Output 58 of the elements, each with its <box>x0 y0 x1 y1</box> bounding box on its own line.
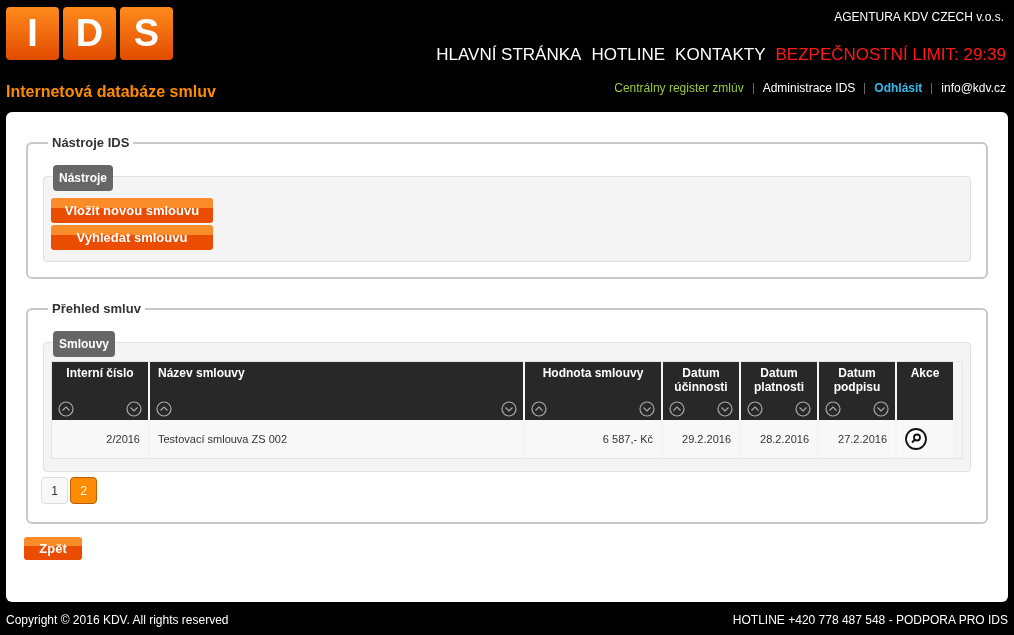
column-header[interactable]: Datum platnosti <box>741 362 817 420</box>
sort-down-icon[interactable] <box>126 401 142 417</box>
sort-controls[interactable] <box>747 401 811 417</box>
search-icon[interactable] <box>905 428 927 450</box>
copyright-text: Copyright © 2016 KDV. All rights reserved <box>6 612 229 629</box>
nav-link[interactable]: KONTAKTY <box>675 42 766 68</box>
logo-tile: I <box>6 7 59 60</box>
sort-up-icon[interactable] <box>825 401 841 417</box>
logo-tile: D <box>63 7 116 60</box>
header-link[interactable]: Administrace IDS <box>762 79 856 97</box>
action-button[interactable]: Vyhledat smlouvu <box>51 225 213 250</box>
company-name: AGENTURA KDV CZECH v.o.s. <box>834 9 1004 26</box>
column-title: Hodnota smlouvy <box>541 366 645 380</box>
sort-controls[interactable] <box>58 401 142 417</box>
column-header[interactable]: Akce <box>897 362 953 420</box>
column-header[interactable]: Datum účinnosti <box>663 362 739 420</box>
column-header[interactable]: Interní číslo <box>52 362 148 420</box>
sort-down-icon[interactable] <box>501 401 517 417</box>
page-button[interactable]: 1 <box>41 477 68 504</box>
column-title: Datum platnosti <box>753 366 805 394</box>
sort-controls[interactable] <box>156 401 517 417</box>
column-header[interactable]: Hodnota smlouvy <box>525 362 661 420</box>
sort-controls[interactable] <box>669 401 733 417</box>
column-header[interactable]: Název smlouvy <box>150 362 523 420</box>
sort-controls[interactable] <box>531 401 655 417</box>
header-link[interactable]: Centrálny register zmlúv <box>614 79 744 97</box>
table-cell-text: 6 587,- Kč <box>602 431 653 447</box>
sort-up-icon[interactable] <box>156 401 172 417</box>
nav-link[interactable]: HOTLINE <box>591 42 666 68</box>
column-title: Datum podpisu <box>832 366 882 394</box>
sort-up-icon[interactable] <box>58 401 74 417</box>
sort-up-icon[interactable] <box>747 401 763 417</box>
column-title: Interní číslo <box>65 366 135 380</box>
site-title: Internetová databáze smluv <box>6 82 216 102</box>
sort-down-icon[interactable] <box>873 401 889 417</box>
sort-down-icon[interactable] <box>639 401 655 417</box>
table-cell-text: 28.2.2016 <box>760 431 809 447</box>
table-cell-text: Testovací smlouva ZS 002 <box>158 431 287 447</box>
nav-link[interactable]: HLAVNÍ STRÁNKA <box>436 42 582 68</box>
logo-tile: S <box>120 7 173 60</box>
column-header[interactable]: Datum podpisu <box>819 362 895 420</box>
security-limit: BEZPEČNOSTNÍ LIMIT: 29:39 <box>775 44 1006 66</box>
header-link[interactable]: Odhlásit <box>874 79 923 97</box>
column-title: Akce <box>909 366 941 380</box>
hotline-text: HOTLINE +420 778 487 548 - PODPORA PRO IDS <box>732 612 1008 629</box>
sort-up-icon[interactable] <box>669 401 685 417</box>
action-button[interactable]: Vložit novou smlouvu <box>51 198 213 223</box>
sort-down-icon[interactable] <box>795 401 811 417</box>
column-title: Název smlouvy <box>157 366 246 380</box>
header-link[interactable]: info@kdv.cz <box>941 79 1006 97</box>
sort-down-icon[interactable] <box>717 401 733 417</box>
sort-controls[interactable] <box>825 401 889 417</box>
table-cell-text: 27.2.2016 <box>838 431 887 447</box>
column-title: Datum účinnosti <box>673 366 729 394</box>
table-cell-text: 2/2016 <box>106 431 140 447</box>
back-button[interactable]: Zpět <box>24 537 82 560</box>
sort-up-icon[interactable] <box>531 401 547 417</box>
table-cell-text: 29.2.2016 <box>682 431 731 447</box>
